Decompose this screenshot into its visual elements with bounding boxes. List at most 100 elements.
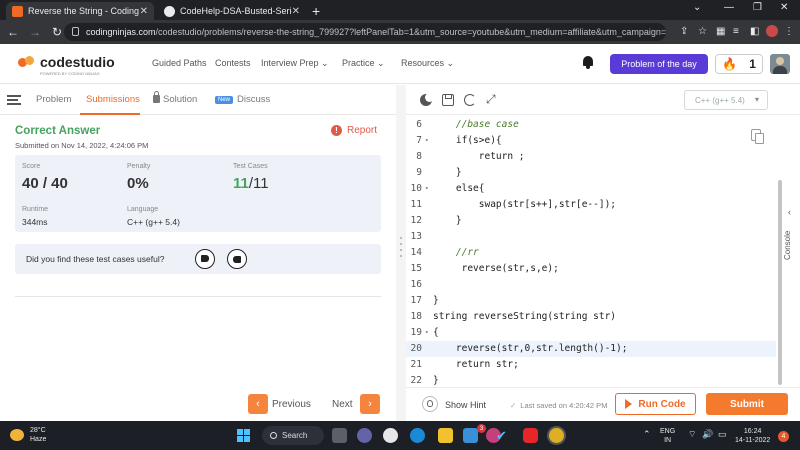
hint-bulb-icon[interactable] [422, 396, 438, 412]
code-line[interactable]: 20 reverse(str,0,str.length()-1); [406, 341, 776, 357]
tab-discuss[interactable]: New Discuss [215, 94, 270, 105]
code-line[interactable]: 18 string reverseString(string str) [406, 309, 776, 325]
code-line[interactable]: 7 ▾ if(s>e){ [406, 133, 776, 149]
language-select[interactable]: C++ (g++ 5.4) ▾ [684, 90, 768, 110]
weather-widget[interactable]: 28°C Haze [10, 426, 46, 444]
new-tab-button[interactable]: + [312, 3, 320, 19]
show-hidden-icons[interactable]: ⌃ [643, 430, 651, 439]
line-number: 21 [410, 359, 422, 370]
profile-avatar-icon[interactable] [766, 25, 778, 37]
sidebar-icon[interactable]: ◧ [750, 26, 759, 37]
reading-list-icon[interactable]: ≡ [733, 26, 739, 37]
previous-button[interactable]: Previous [272, 399, 311, 410]
console-toggle[interactable]: ‹ Console [782, 205, 800, 285]
code-line[interactable]: 9 } [406, 165, 776, 181]
code-line[interactable]: 19 ▾ { [406, 325, 776, 341]
edge-icon[interactable] [410, 428, 425, 443]
notification-count-badge[interactable]: 4 [778, 431, 789, 442]
language-indicator[interactable]: ENG IN [660, 427, 675, 445]
share-icon[interactable]: ⇪ [680, 26, 688, 37]
code-line[interactable]: 13 [406, 229, 776, 245]
code-line[interactable]: 6 //base case [406, 117, 776, 133]
browser-tab-reverse-string[interactable]: Reverse the String - Coding Ninja ✕ [6, 2, 154, 20]
url-field[interactable]: codingninjas.com/codestudio/problems/rev… [64, 23, 666, 41]
tab-search-icon[interactable]: ⌄ [693, 2, 701, 13]
todo-check-icon[interactable]: ✔ [496, 428, 511, 443]
extension-icon[interactable]: ▦ [716, 26, 725, 37]
reset-code-icon[interactable] [464, 94, 476, 106]
next-arrow-icon[interactable]: › [360, 394, 380, 414]
fold-arrow-icon[interactable]: ▾ [425, 325, 429, 341]
url-host: codingninjas.com [86, 27, 156, 37]
close-tab-icon[interactable]: ✕ [140, 6, 148, 17]
file-explorer-icon[interactable] [438, 428, 453, 443]
collapse-menu-icon[interactable] [7, 95, 21, 105]
close-window-button[interactable]: ✕ [780, 2, 788, 13]
maximize-button[interactable]: ❐ [753, 2, 762, 13]
nav-practice[interactable]: Practice ⌄ [342, 58, 385, 69]
report-button[interactable]: ! Report [331, 125, 377, 136]
save-icon[interactable] [442, 94, 454, 106]
run-code-label: Run Code [638, 398, 686, 410]
code-line[interactable]: 8 return ; [406, 149, 776, 165]
code-editor[interactable]: 6 //base case 7 ▾ if(s>e){8 return ; 9 } 10 ▾… [406, 115, 776, 387]
taskbar-search[interactable]: Search [262, 426, 324, 445]
close-tab-icon[interactable]: ✕ [292, 6, 300, 17]
run-code-button[interactable]: Run Code [615, 393, 696, 415]
tab-solution[interactable]: Solution [153, 91, 197, 105]
next-button[interactable]: Next [332, 399, 353, 410]
fold-arrow-icon[interactable]: ▾ [425, 133, 429, 149]
code-line[interactable]: 10 ▾ else{ [406, 181, 776, 197]
wifi-icon[interactable]: ⌔ [688, 430, 696, 439]
code-text: //rr [433, 247, 479, 258]
minimize-button[interactable]: — [724, 2, 734, 13]
panel-resize-handle[interactable] [396, 85, 406, 421]
submit-button[interactable]: Submit [706, 393, 788, 415]
thumbs-up-icon[interactable] [195, 249, 215, 269]
nav-label: Interview Prep [261, 58, 319, 68]
tab-submissions[interactable]: Submissions [86, 94, 140, 105]
nav-resources[interactable]: Resources ⌄ [401, 58, 454, 69]
code-line[interactable]: 15 reverse(str,s,e); [406, 261, 776, 277]
volume-icon[interactable]: 🔊 [702, 430, 713, 439]
nav-interview-prep[interactable]: Interview Prep ⌄ [261, 58, 329, 69]
feedback-question: Did you find these test cases useful? [26, 254, 165, 264]
show-hint-button[interactable]: Show Hint [445, 400, 486, 410]
bookmark-star-icon[interactable]: ☆ [698, 26, 707, 37]
task-view-icon[interactable] [332, 428, 347, 443]
code-line[interactable]: 11 swap(str[s++],str[e--]); [406, 197, 776, 213]
nav-guided-paths[interactable]: Guided Paths [152, 58, 207, 68]
user-avatar[interactable] [770, 54, 790, 74]
codestudio-logo[interactable]: codestudio POWERED BY CODING NINJAS [18, 54, 115, 76]
previous-arrow-icon[interactable]: ‹ [248, 394, 268, 414]
code-line[interactable]: 14 //rr [406, 245, 776, 261]
code-line[interactable]: 21 return str; [406, 357, 776, 373]
notification-bell-icon[interactable] [582, 56, 594, 69]
back-icon[interactable]: ← [2, 25, 24, 39]
nav-contests[interactable]: Contests [215, 58, 251, 68]
teams-chat-icon[interactable] [357, 428, 372, 443]
site-header: codestudio POWERED BY CODING NINJAS Guid… [0, 44, 800, 84]
forward-icon[interactable]: → [24, 25, 46, 39]
clock-app-icon[interactable] [383, 428, 398, 443]
dark-mode-icon[interactable] [420, 93, 434, 106]
code-line[interactable]: 12 } [406, 213, 776, 229]
problem-of-the-day-button[interactable]: Problem of the day [610, 54, 708, 74]
windows-start-icon[interactable] [237, 429, 251, 443]
menu-icon[interactable]: ⋮ [784, 26, 794, 37]
clock[interactable]: 16:24 14-11-2022 [735, 427, 770, 445]
fullscreen-icon[interactable]: ⤢ [486, 93, 498, 105]
code-line[interactable]: 16 [406, 277, 776, 293]
code-line[interactable]: 17} [406, 293, 776, 309]
tab-problem[interactable]: Problem [36, 94, 71, 105]
chrome-icon[interactable] [549, 428, 564, 443]
thumbs-down-icon[interactable] [227, 249, 247, 269]
youtube-icon[interactable] [523, 428, 538, 443]
microsoft-store-icon[interactable] [463, 428, 478, 443]
streak-counter[interactable]: 🔥 1 [715, 54, 763, 74]
code-text: else{ [433, 183, 485, 194]
copy-icon[interactable] [751, 129, 761, 141]
battery-icon[interactable]: ▭ [718, 430, 727, 439]
browser-tab-github[interactable]: CodeHelp-DSA-Busted-Series/re ✕ [158, 2, 306, 20]
fold-arrow-icon[interactable]: ▾ [425, 181, 429, 197]
